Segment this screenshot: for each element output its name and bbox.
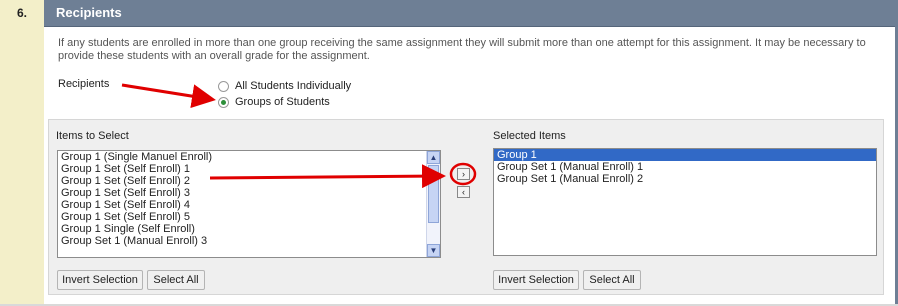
annotation-overlay bbox=[121, 83, 477, 189]
annotation-arrow-recipients bbox=[121, 83, 216, 109]
annotation-arrow-move bbox=[209, 164, 446, 189]
annotation-circle-move bbox=[449, 162, 477, 186]
